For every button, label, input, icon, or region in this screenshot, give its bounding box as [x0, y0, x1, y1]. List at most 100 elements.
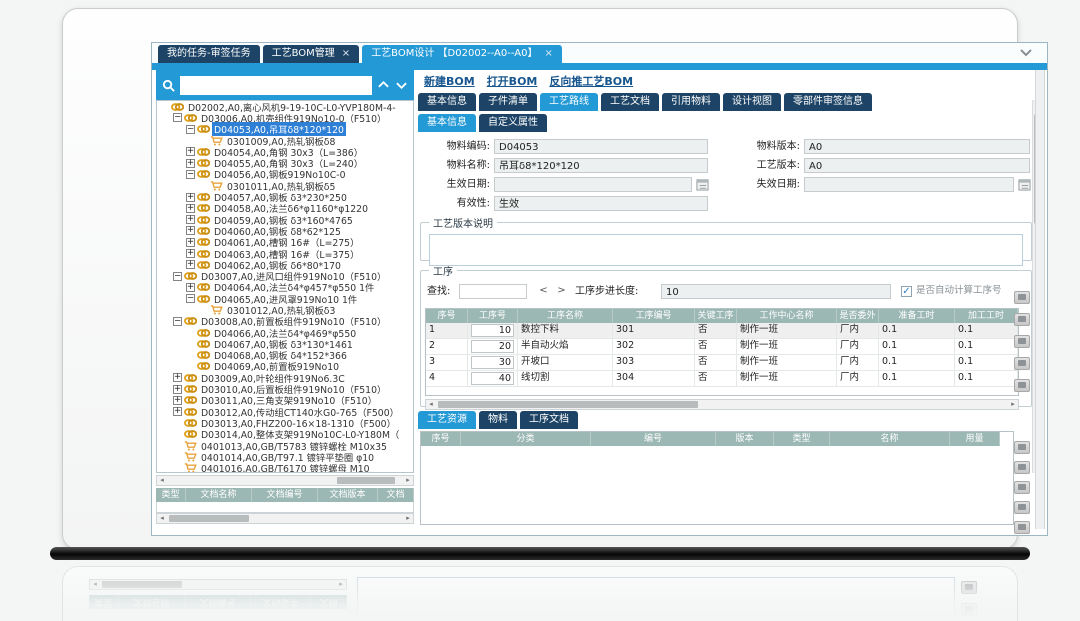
operation-cell: 302	[613, 339, 695, 354]
window-tab[interactable]: 工艺BOM管理×	[263, 45, 360, 63]
expander-icon[interactable]: −	[173, 317, 182, 326]
toolbar-link[interactable]: 新建BOM	[424, 73, 475, 89]
expander-icon[interactable]: −	[173, 272, 182, 281]
link-icon	[197, 158, 210, 168]
column-header: 用量	[950, 432, 1000, 446]
operation-row[interactable]: 440线切割304否制作一班厂内0.10.1	[426, 371, 1018, 387]
delete-row-icon[interactable]	[1014, 313, 1030, 326]
move-down-icon[interactable]	[1014, 379, 1030, 392]
main-tab[interactable]: 引用物料	[662, 93, 720, 111]
move-up-icon[interactable]	[1014, 357, 1030, 370]
resource-tab[interactable]: 工序文档	[520, 411, 578, 429]
auto-calc-checkbox[interactable]: ✓	[901, 286, 912, 297]
main-tab[interactable]: 设计视图	[723, 93, 781, 111]
expander-icon[interactable]: +	[186, 147, 195, 156]
scroll-left-icon[interactable]: ◂	[157, 476, 167, 485]
expander-icon[interactable]: +	[186, 226, 195, 235]
scroll-right-icon[interactable]: ▸	[403, 476, 413, 485]
expander-icon[interactable]: +	[186, 238, 195, 247]
expander-icon[interactable]: +	[186, 193, 195, 202]
scrollbar-thumb[interactable]	[438, 401, 698, 408]
search-next-icon[interactable]	[395, 79, 408, 92]
scroll-left-icon[interactable]: ◂	[157, 514, 167, 523]
main-tab[interactable]: 基本信息	[418, 93, 476, 111]
prev-operation-button[interactable]: <	[537, 284, 550, 298]
next-operation-button[interactable]: >	[555, 284, 568, 298]
expire-date-field[interactable]	[804, 177, 1014, 192]
operation-number-field[interactable]: 30	[471, 356, 514, 369]
calendar-icon[interactable]	[696, 178, 709, 191]
version-note-group: 工艺版本说明	[420, 215, 1032, 261]
move-up-icon[interactable]	[1014, 501, 1030, 514]
chevron-down-icon[interactable]	[1019, 48, 1033, 57]
expander-icon[interactable]: +	[186, 159, 195, 168]
version-note-textarea[interactable]	[429, 234, 1023, 266]
main-tab[interactable]: 零部件审签信息	[784, 93, 872, 111]
operation-row[interactable]: 330开坡口303否制作一班厂内0.10.1	[426, 355, 1018, 371]
scrollbar-thumb[interactable]	[337, 477, 395, 484]
sub-tab[interactable]: 基本信息	[418, 114, 476, 132]
tree-search-bar	[156, 70, 414, 100]
operation-number-field[interactable]: 10	[471, 324, 514, 337]
window-tab[interactable]: 我的任务-审签任务	[158, 45, 260, 63]
toolbar-link[interactable]: 打开BOM	[487, 73, 538, 89]
tree-node-label[interactable]: 0401016,A0,GB/T6170 镀锌螺母 M10	[199, 461, 372, 473]
operation-row[interactable]: 220半自动火焰302否制作一班厂内0.10.1	[426, 339, 1018, 355]
material-name-label: 物料名称:	[418, 158, 490, 174]
resource-tab[interactable]: 物料	[479, 411, 517, 429]
expander-icon[interactable]: +	[173, 396, 182, 405]
process-version-field[interactable]: A0	[804, 158, 1030, 173]
effective-date-field[interactable]	[494, 177, 692, 192]
tree-search-input[interactable]	[180, 76, 372, 95]
edit-row-icon[interactable]	[1014, 481, 1030, 494]
scrollbar-thumb[interactable]	[169, 515, 249, 522]
expander-icon[interactable]: −	[186, 170, 195, 179]
operation-number-field[interactable]: 20	[471, 340, 514, 353]
add-row-icon[interactable]	[1014, 441, 1030, 454]
expander-icon[interactable]: −	[173, 113, 182, 122]
tab-close-icon[interactable]: ×	[342, 45, 350, 63]
expander-icon[interactable]: +	[186, 249, 195, 258]
expander-icon[interactable]: +	[186, 204, 195, 213]
scroll-left-icon[interactable]: ◂	[426, 400, 436, 409]
expander-icon[interactable]: +	[186, 283, 195, 292]
document-horizontal-scrollbar[interactable]: ◂ ▸	[156, 513, 414, 524]
sub-tab[interactable]: 自定义属性	[479, 114, 547, 132]
expander-icon[interactable]: +	[186, 260, 195, 269]
main-tab-bar: 基本信息子件清单工艺路线工艺文档引用物料设计视图零部件审签信息	[418, 93, 872, 111]
search-prev-icon[interactable]	[377, 79, 390, 92]
expander-icon[interactable]: +	[173, 385, 182, 394]
delete-row-icon[interactable]	[1014, 461, 1030, 474]
main-tab[interactable]: 工艺路线	[540, 93, 598, 111]
edit-row-icon[interactable]	[1014, 335, 1030, 348]
toolbar-link[interactable]: 反向推工艺BOM	[549, 73, 633, 89]
step-length-input[interactable]: 10	[661, 284, 891, 299]
expander-icon[interactable]: +	[173, 373, 182, 382]
resource-tab[interactable]: 工艺资源	[418, 411, 476, 429]
add-row-icon[interactable]	[1014, 291, 1030, 304]
find-input[interactable]	[459, 284, 527, 299]
device-frame: 我的任务-审签任务工艺BOM管理×工艺BOM设计 【D02002--A0--A0…	[62, 8, 1018, 550]
scroll-right-icon[interactable]: ▸	[403, 514, 413, 523]
move-down-icon[interactable]	[1014, 521, 1030, 534]
operation-cell: 303	[613, 355, 695, 370]
material-version-field[interactable]: A0	[804, 139, 1030, 154]
tab-close-icon[interactable]: ×	[544, 45, 552, 63]
main-tab[interactable]: 子件清单	[479, 93, 537, 111]
operation-row[interactable]: 110数控下料301否制作一班厂内0.10.1	[426, 323, 1018, 339]
material-code-field[interactable]: D04053	[494, 139, 708, 154]
tree-horizontal-scrollbar[interactable]: ◂ ▸	[156, 475, 414, 486]
operations-horizontal-scrollbar[interactable]: ◂ ▸	[425, 399, 1019, 410]
window-tab[interactable]: 工艺BOM设计 【D02002--A0--A0】×	[362, 45, 562, 63]
expander-icon[interactable]: −	[186, 294, 195, 303]
panel-splitter[interactable]	[1035, 70, 1045, 529]
main-tab[interactable]: 工艺文档	[601, 93, 659, 111]
expander-icon[interactable]: +	[186, 215, 195, 224]
operation-number-field[interactable]: 40	[471, 372, 514, 385]
reflection-fade	[63, 567, 1017, 621]
tree-node[interactable]: 0401016,A0,GB/T6170 镀锌螺母 M10	[157, 463, 413, 474]
expander-icon[interactable]: +	[173, 407, 182, 416]
expander-icon[interactable]: −	[186, 125, 195, 134]
material-name-field[interactable]: 吊耳δ8*120*120	[494, 158, 708, 173]
calendar-icon[interactable]	[1018, 178, 1031, 191]
